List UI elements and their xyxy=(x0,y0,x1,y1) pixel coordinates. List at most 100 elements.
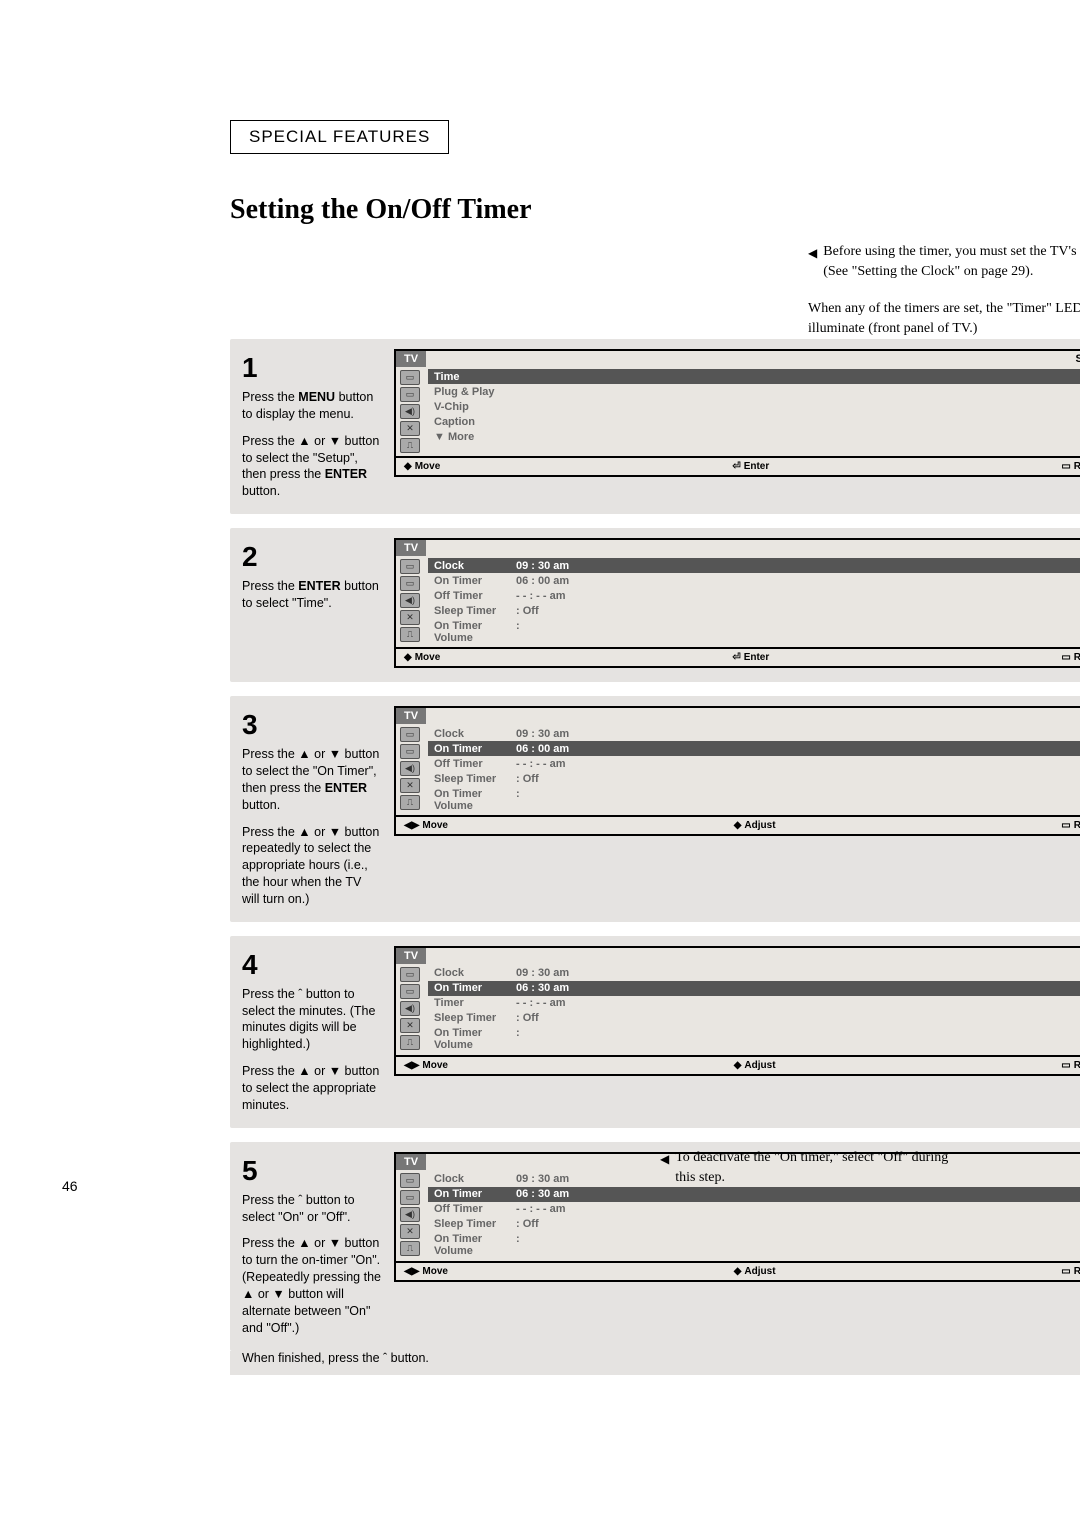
osd-sidebar-icons: ▭ ▭ ◀) ✕ ⎍ xyxy=(396,556,424,647)
osd-cell: : xyxy=(516,620,574,644)
note-text: Before using the timer, you must set the… xyxy=(823,242,1080,283)
triangle-left-icon: ◀ xyxy=(808,244,817,283)
osd-sidebar-icons: ▭ ▭ ◀) ✕ ⎍ xyxy=(396,724,424,815)
step-osd-container: TV Time ▭ ▭ ◀) ✕ ⎍ Clock 09 : 30 am ▸ On… xyxy=(394,706,1080,908)
osd-footer: ◆Move ⏎Enter ▭Return xyxy=(396,456,1080,475)
osd-list: Clock 09 : 30 am ▸ On Timer 06 : 30 am O… xyxy=(424,964,1080,1055)
osd-row: On Timer Volume : 10 xyxy=(428,618,1080,645)
step-block: 3 Press the ▲ or ▼ button to select the … xyxy=(230,696,1080,922)
enter-icon: ◆ xyxy=(734,820,742,831)
step-number: 4 xyxy=(242,946,382,984)
osd-cell: 09 : 30 am xyxy=(516,560,574,572)
osd-sidebar-icons: ▭ ▭ ◀) ✕ ⎍ xyxy=(396,367,424,456)
enter-icon: ⏎ xyxy=(732,461,740,472)
step-wrap: 4 Press the ˆ button to select the minut… xyxy=(230,936,1080,1142)
osd-row: Off Timer - - : - - am Off xyxy=(428,588,1080,603)
osd-footer: ◀▶Move ◆Adjust ▭Return xyxy=(396,1261,1080,1280)
osd-list: Clock 09 : 30 am ▸ On Timer 06 : 00 am O… xyxy=(424,556,1080,647)
icon-function: ⎍ xyxy=(400,1035,420,1050)
osd-cell: - - : - - am xyxy=(516,590,574,602)
icon-setup: ✕ xyxy=(400,421,420,436)
osd-cell: ▸ xyxy=(574,416,1080,428)
osd-move: ◀▶Move xyxy=(404,1266,448,1277)
osd-title: Time xyxy=(1073,1154,1080,1170)
step-osd-container: TV Time ▭ ▭ ◀) ✕ ⎍ Clock 09 : 30 am ▸ On… xyxy=(394,946,1080,1114)
osd-footer: ◆Move ⏎Enter ▭Return xyxy=(396,647,1080,666)
osd-row: Clock 09 : 30 am ▸ xyxy=(428,966,1080,981)
icon-channel: ◀) xyxy=(400,761,420,776)
osd-cell: 06 : 30 am xyxy=(516,982,574,994)
step-number: 2 xyxy=(242,538,382,576)
osd-row: Timer - - : - - am Off xyxy=(428,996,1080,1011)
osd-row: Plug & Play ▸ xyxy=(428,384,1080,399)
icon-picture: ▭ xyxy=(400,1173,420,1188)
osd-cell: On Timer Volume xyxy=(434,620,516,644)
osd-cell: Timer xyxy=(434,997,516,1009)
step-text-b: Press the ▲ or ▼ button repeatedly to se… xyxy=(242,824,382,908)
osd-cell: Off xyxy=(574,590,1080,602)
osd-row: Sleep Timer : Off xyxy=(428,603,1080,618)
page-number: 46 xyxy=(62,1178,78,1194)
osd-cell: Off Timer xyxy=(434,590,516,602)
osd-row: Caption ▸ xyxy=(428,414,1080,429)
osd-title: Time xyxy=(1073,540,1080,556)
enter-icon: ◆ xyxy=(734,1266,742,1277)
osd-enter: ⏎Enter xyxy=(732,652,769,663)
osd-cell: 06 : 00 am xyxy=(516,575,574,587)
updown-icon: ◆ xyxy=(404,461,412,472)
osd-cell: - - : - - am xyxy=(516,997,574,1009)
osd-row: Sleep Timer : Off xyxy=(428,1217,1080,1232)
return-icon: ▭ xyxy=(1061,652,1070,663)
osd-cell xyxy=(574,605,1080,617)
osd-cell: Off Timer xyxy=(434,758,516,770)
step-instructions: 2 Press the ENTER button to select "Time… xyxy=(242,538,382,668)
osd-cell: ▸ xyxy=(574,728,1080,740)
note-text: To deactivate the "On timer," select "Of… xyxy=(675,1148,970,1189)
osd-cell: : xyxy=(516,1027,574,1051)
note-timer-led: When any of the timers are set, the "Tim… xyxy=(808,299,1080,340)
osd-cell xyxy=(516,431,574,443)
note-deactivate: ◀ To deactivate the "On timer," select "… xyxy=(660,1148,970,1189)
osd-cell: ▸ xyxy=(574,371,1080,383)
osd-cell xyxy=(574,773,1080,785)
osd-cell: On Timer xyxy=(434,743,516,755)
osd-row: On Timer Volume : 10 xyxy=(428,1232,1080,1259)
right-column: ◀ Before using the timer, you must set t… xyxy=(808,242,1080,339)
osd-cell: 09 : 30 am xyxy=(516,967,574,979)
step-text-b: Press the ▲ or ▼ button to select the "S… xyxy=(242,433,382,501)
osd-cell: On Timer xyxy=(434,1188,516,1200)
updown-icon: ◀▶ xyxy=(404,1060,419,1071)
icon-channel: ◀) xyxy=(400,404,420,419)
osd-cell: Sleep Timer xyxy=(434,1218,516,1230)
osd-cell: Sleep Timer xyxy=(434,1012,516,1024)
osd-title: Time xyxy=(1073,708,1080,724)
osd-cell: 06 : 30 am xyxy=(516,1188,574,1200)
osd-cell: V-Chip xyxy=(434,401,516,413)
step-text: Press the ˆ button to select "On" or "Of… xyxy=(242,1192,382,1226)
osd-cell xyxy=(574,1012,1080,1024)
osd-cell: 10 xyxy=(574,620,1080,644)
page-title: Setting the On/Off Timer xyxy=(230,194,980,226)
tv-badge: TV xyxy=(396,351,426,367)
icon-picture: ▭ xyxy=(400,370,420,385)
osd-move: ◀▶Move xyxy=(404,820,448,831)
step-osd-container: TV Setup ▭ ▭ ◀) ✕ ⎍ Time ▸ Plug & Play ▸… xyxy=(394,349,1080,500)
osd-cell: 09 : 30 am xyxy=(516,1173,574,1185)
icon-picture: ▭ xyxy=(400,559,420,574)
osd-cell: ▸ xyxy=(574,386,1080,398)
osd-row: V-Chip ▸ xyxy=(428,399,1080,414)
osd-cell xyxy=(516,386,574,398)
step-wrap: 3 Press the ▲ or ▼ button to select the … xyxy=(230,696,1080,936)
triangle-left-icon: ◀ xyxy=(660,1150,669,1189)
osd-footer: ◀▶Move ◆Adjust ▭Return xyxy=(396,815,1080,834)
osd-row: On Timer 06 : 00 am Off xyxy=(428,573,1080,588)
icon-picture: ▭ xyxy=(400,967,420,982)
osd-cell: On xyxy=(574,1188,1080,1200)
osd-cell: Sleep Timer xyxy=(434,773,516,785)
step-text: Press the ˆ button to select the minutes… xyxy=(242,986,382,1054)
osd-cell: On Timer xyxy=(434,575,516,587)
osd-cell xyxy=(516,401,574,413)
step-block: 2 Press the ENTER button to select "Time… xyxy=(230,528,1080,682)
osd-cell: On Timer Volume xyxy=(434,788,516,812)
icon-sound: ▭ xyxy=(400,387,420,402)
